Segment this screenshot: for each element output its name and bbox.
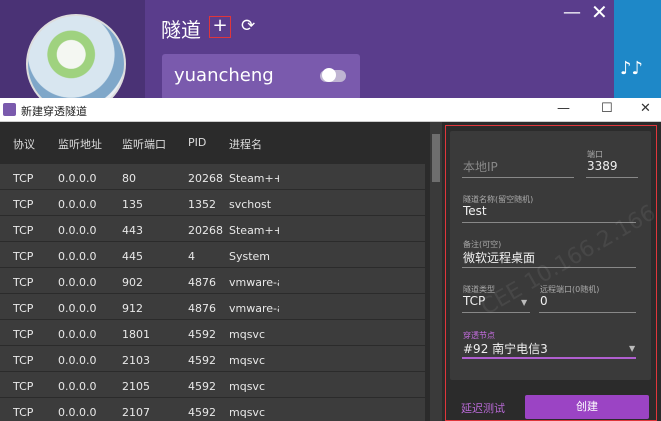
table-row[interactable]: TCP 0.0.0.0 135 1352 svchost — [0, 190, 425, 216]
protocol-cell: TCP — [13, 276, 34, 289]
pid-cell: 20268 — [188, 172, 223, 185]
tunnel-toggle[interactable] — [320, 68, 346, 82]
pid-cell: 4592 — [188, 328, 216, 341]
address-cell: 0.0.0.0 — [58, 354, 97, 367]
latency-test-button[interactable]: 延迟测试 — [461, 400, 505, 416]
remote-port-underline — [539, 312, 636, 313]
dialog-maximize-button[interactable]: ☐ — [601, 101, 613, 116]
address-cell: 0.0.0.0 — [58, 250, 97, 263]
add-tunnel-button[interactable]: + — [209, 16, 231, 38]
local-ip-underline — [462, 177, 574, 178]
pid-cell: 4876 — [188, 302, 216, 315]
protocol-cell: TCP — [13, 406, 34, 419]
process-cell: mqsvc — [229, 328, 265, 341]
table-row[interactable]: TCP 0.0.0.0 2105 4592 mqsvc — [0, 372, 425, 398]
column-header-process[interactable]: 进程名 — [229, 136, 279, 152]
port-input[interactable]: 3389 — [587, 159, 618, 173]
pid-cell: 4592 — [188, 406, 216, 419]
column-header-pid[interactable]: PID — [188, 136, 206, 149]
port-cell: 1801 — [122, 328, 150, 341]
protocol-cell: TCP — [13, 380, 34, 393]
port-cell: 2107 — [122, 406, 150, 419]
port-cell: 80 — [122, 172, 136, 185]
protocol-cell: TCP — [13, 224, 34, 237]
protocol-cell: TCP — [13, 250, 34, 263]
table-row[interactable]: TCP 0.0.0.0 443 20268 Steam++ — [0, 216, 425, 242]
table-row[interactable]: TCP 0.0.0.0 445 4 System — [0, 242, 425, 268]
create-button[interactable]: 创建 — [525, 395, 649, 419]
address-cell: 0.0.0.0 — [58, 380, 97, 393]
table-row[interactable]: TCP 0.0.0.0 1801 4592 mqsvc — [0, 320, 425, 346]
port-cell: 912 — [122, 302, 143, 315]
pid-cell: 1352 — [188, 198, 216, 211]
address-cell: 0.0.0.0 — [58, 172, 97, 185]
node-select[interactable]: #92 南宁电信3 — [463, 340, 548, 357]
chevron-down-icon: ▼ — [629, 344, 636, 353]
port-cell: 2103 — [122, 354, 150, 367]
process-cell: mqsvc — [229, 354, 265, 367]
process-cell: mqsvc — [229, 406, 265, 419]
table-row[interactable]: TCP 0.0.0.0 2107 4592 mqsvc — [0, 398, 425, 421]
minimize-button[interactable]: — — [563, 2, 581, 23]
table-header: 协议 监听地址 监听端口 PID 进程名 — [0, 122, 425, 160]
right-panel-background — [614, 0, 661, 100]
port-cell: 902 — [122, 276, 143, 289]
app-icon — [3, 103, 16, 116]
process-cell: svchost — [229, 198, 272, 211]
protocol-cell: TCP — [13, 302, 34, 315]
address-cell: 0.0.0.0 — [58, 198, 97, 211]
port-cell: 135 — [122, 198, 143, 211]
address-cell: 0.0.0.0 — [58, 406, 97, 419]
port-underline — [586, 177, 638, 178]
pid-cell: 4876 — [188, 276, 216, 289]
port-cell: 2105 — [122, 380, 150, 393]
pid-cell: 20268 — [188, 224, 223, 237]
process-cell: Steam++ — [229, 172, 279, 185]
tunnel-name-input[interactable]: Test — [463, 204, 487, 218]
dialog-close-button[interactable]: ✕ — [640, 101, 651, 116]
tunnel-name: yuancheng — [174, 65, 274, 86]
process-cell: System — [229, 250, 271, 263]
address-cell: 0.0.0.0 — [58, 328, 97, 341]
remote-port-input[interactable]: 0 — [540, 294, 548, 308]
column-header-address[interactable]: 监听地址 — [58, 136, 102, 152]
close-button[interactable]: ✕ — [591, 0, 608, 24]
table-row[interactable]: TCP 0.0.0.0 80 20268 Steam++ — [0, 164, 425, 190]
table-row[interactable]: TCP 0.0.0.0 2103 4592 mqsvc — [0, 346, 425, 372]
column-header-protocol[interactable]: 协议 — [13, 136, 35, 152]
process-cell: mqsvc — [229, 380, 265, 393]
protocol-cell: TCP — [13, 198, 34, 211]
process-cell: vmware-a — [229, 276, 279, 289]
scrollbar-thumb[interactable] — [432, 134, 440, 182]
pid-cell: 4592 — [188, 354, 216, 367]
address-cell: 0.0.0.0 — [58, 302, 97, 315]
node-underline — [462, 357, 636, 359]
pid-cell: 4 — [188, 250, 195, 263]
music-note-icon: ♪♪ — [620, 58, 643, 79]
port-table: 协议 监听地址 监听端口 PID 进程名 TCP 0.0.0.0 80 20268 St… — [0, 122, 425, 421]
protocol-cell: TCP — [13, 172, 34, 185]
local-ip-input[interactable]: 本地IP — [463, 158, 498, 175]
new-tunnel-dialog: 新建穿透隧道 — ☐ ✕ 协议 监听地址 监听端口 PID 进程名 TCP 0.0… — [0, 98, 661, 421]
process-cell: Steam++ — [229, 224, 279, 237]
address-cell: 0.0.0.0 — [58, 276, 97, 289]
protocol-cell: TCP — [13, 328, 34, 341]
dialog-title: 新建穿透隧道 — [21, 105, 87, 118]
dialog-titlebar: 新建穿透隧道 — ☐ ✕ — [0, 98, 661, 122]
note-input[interactable]: 微软远程桌面 — [463, 249, 535, 266]
table-row[interactable]: TCP 0.0.0.0 902 4876 vmware-a — [0, 268, 425, 294]
tunnel-card[interactable]: yuancheng — [162, 54, 360, 100]
pid-cell: 4592 — [188, 380, 216, 393]
dialog-minimize-button[interactable]: — — [557, 101, 570, 116]
address-cell: 0.0.0.0 — [58, 224, 97, 237]
column-header-port[interactable]: 监听端口 — [122, 136, 166, 152]
port-cell: 443 — [122, 224, 143, 237]
table-row[interactable]: TCP 0.0.0.0 912 4876 vmware-a — [0, 294, 425, 320]
protocol-cell: TCP — [13, 354, 34, 367]
process-cell: vmware-a — [229, 302, 279, 315]
port-cell: 445 — [122, 250, 143, 263]
refresh-icon[interactable]: ⟳ — [241, 16, 255, 36]
page-title: 隧道 — [161, 18, 201, 42]
